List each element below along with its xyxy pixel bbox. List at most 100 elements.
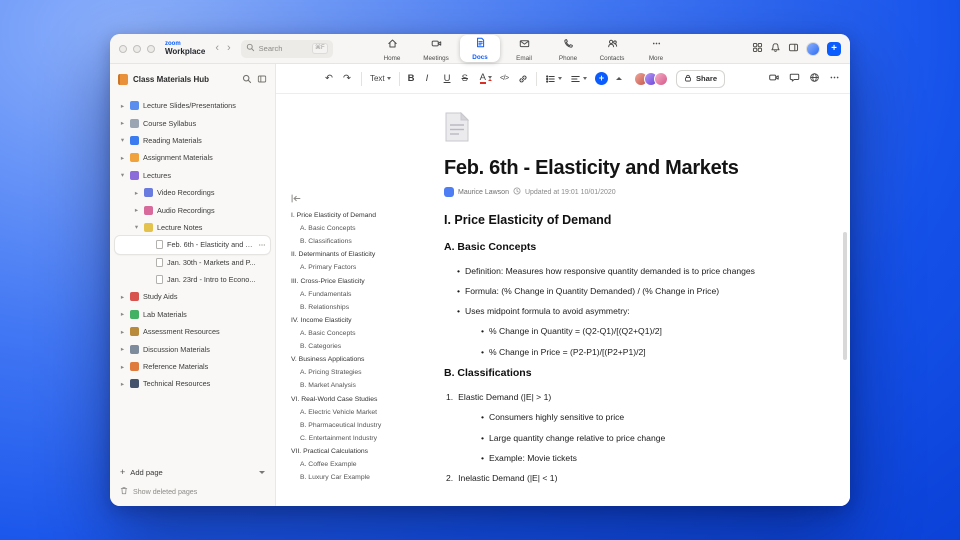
minimize-button[interactable] <box>133 44 141 53</box>
notifications-bell-icon[interactable] <box>770 40 781 58</box>
tab-email[interactable]: Email <box>504 35 544 63</box>
item-more-icon[interactable] <box>258 241 266 249</box>
expand-chevron-icon[interactable] <box>133 223 140 231</box>
text-color-button[interactable]: A <box>479 73 492 85</box>
italic-button[interactable]: I <box>426 74 436 84</box>
more-options-icon[interactable] <box>829 70 840 88</box>
expand-chevron-icon[interactable] <box>119 136 126 144</box>
underline-button[interactable]: U <box>444 74 454 84</box>
tab-contacts[interactable]: Contacts <box>592 35 632 63</box>
expand-chevron-icon[interactable] <box>119 171 126 179</box>
sidebar-page-item[interactable]: Audio Recordings <box>115 201 270 218</box>
close-button[interactable] <box>119 44 127 53</box>
outline-item[interactable]: A. Primary Factors <box>291 264 423 272</box>
sidebar-page-item[interactable]: Technical Resources <box>115 375 270 392</box>
bold-button[interactable]: B <box>408 74 418 84</box>
expand-chevron-icon[interactable] <box>119 102 126 110</box>
apps-grid-icon[interactable] <box>752 40 763 58</box>
collapse-toolbar-icon[interactable] <box>615 77 622 80</box>
align-button[interactable] <box>570 74 587 84</box>
code-button[interactable]: </> <box>500 75 510 82</box>
collapse-sidebar-icon[interactable] <box>257 74 267 84</box>
comments-icon[interactable] <box>789 70 800 88</box>
outline-item[interactable]: III. Cross-Price Elasticity <box>291 278 423 286</box>
outline-item[interactable]: I. Price Elasticity of Demand <box>291 212 423 220</box>
outline-item[interactable]: VI. Real-World Case Studies <box>291 396 423 404</box>
collapse-outline-icon[interactable] <box>291 194 423 203</box>
expand-chevron-icon[interactable] <box>119 119 126 127</box>
document-title[interactable]: Feb. 6th - Elasticity and Markets <box>444 157 836 180</box>
collaborator-avatar[interactable] <box>653 71 668 86</box>
sidebar-page-item[interactable]: Lectures <box>115 167 270 184</box>
sidebar-page-item[interactable]: Lecture Slides/Presentations <box>115 97 270 114</box>
outline-item[interactable]: II. Determinants of Elasticity <box>291 251 423 259</box>
outline-item[interactable]: B. Relationships <box>291 304 423 312</box>
sidebar-page-item[interactable]: Video Recordings <box>115 184 270 201</box>
redo-button[interactable]: ↷ <box>343 74 353 84</box>
language-globe-icon[interactable] <box>809 70 820 88</box>
collaborator-avatars[interactable] <box>633 71 668 86</box>
global-search[interactable]: Search ⌘F <box>240 39 333 58</box>
text-style-dropdown[interactable]: Text <box>370 74 391 83</box>
sidebar-page-item[interactable]: Assignment Materials <box>115 149 270 166</box>
outline-item[interactable]: A. Fundamentals <box>291 291 423 299</box>
expand-chevron-icon[interactable] <box>119 363 126 371</box>
expand-chevron-icon[interactable] <box>119 154 126 162</box>
back-button[interactable]: ‹ <box>215 43 219 54</box>
video-call-icon[interactable] <box>768 70 780 88</box>
maximize-button[interactable] <box>147 44 155 53</box>
show-deleted-pages-button[interactable]: Show deleted pages <box>120 486 265 497</box>
outline-item[interactable]: B. Market Analysis <box>291 382 423 390</box>
bulleted-list-button[interactable] <box>545 74 562 84</box>
share-button[interactable]: Share <box>675 69 726 88</box>
outline-item[interactable]: VII. Practical Calculations <box>291 448 423 456</box>
expand-chevron-icon[interactable] <box>119 293 126 301</box>
expand-chevron-icon[interactable] <box>133 206 140 214</box>
tab-meetings[interactable]: Meetings <box>416 35 456 63</box>
sidebar-page-item[interactable]: Lecture Notes <box>115 219 270 236</box>
outline-item[interactable]: IV. Income Elasticity <box>291 317 423 325</box>
undo-button[interactable]: ↶ <box>325 74 335 84</box>
outline-item[interactable]: A. Pricing Strategies <box>291 369 423 377</box>
document-canvas[interactable]: I. Price Elasticity of Demand A. Basic C… <box>276 94 850 506</box>
outline-item[interactable]: B. Pharmaceutical Industry <box>291 422 423 430</box>
expand-chevron-icon[interactable] <box>119 380 126 388</box>
doc-scrollbar[interactable] <box>843 232 847 360</box>
outline-item[interactable]: B. Classifications <box>291 238 423 246</box>
expand-chevron-icon[interactable] <box>119 310 126 318</box>
new-item-plus-button[interactable]: + <box>827 41 841 56</box>
outline-item[interactable]: A. Electric Vehicle Market <box>291 409 423 417</box>
outline-item[interactable]: C. Entertainment Industry <box>291 435 423 443</box>
forward-button[interactable]: › <box>227 43 231 54</box>
user-avatar[interactable] <box>806 41 820 56</box>
tab-more[interactable]: More <box>636 35 676 63</box>
sidebar-page-item[interactable]: Reading Materials <box>115 132 270 149</box>
outline-item[interactable]: V. Business Applications <box>291 356 423 364</box>
sidebar-page-item[interactable]: Discussion Materials <box>115 340 270 357</box>
sidebar-page-item[interactable]: Reference Materials <box>115 358 270 375</box>
document-blocks[interactable]: I. Price Elasticity of Demand A. Basic C… <box>444 213 836 484</box>
add-page-chevron-icon[interactable] <box>259 471 265 474</box>
insert-button[interactable]: + <box>594 72 608 85</box>
sidebar-page-item[interactable]: Study Aids <box>115 288 270 305</box>
sidebar-page-item[interactable]: Assessment Resources <box>115 323 270 340</box>
sidebar-page-item[interactable]: Lab Materials <box>115 306 270 323</box>
tab-home[interactable]: Home <box>372 35 412 63</box>
outline-item[interactable]: A. Basic Concepts <box>291 330 423 338</box>
strikethrough-button[interactable]: S <box>462 74 472 84</box>
outline-item[interactable]: B. Luxury Car Example <box>291 474 423 482</box>
tab-docs[interactable]: Docs <box>460 34 500 62</box>
outline-item[interactable]: B. Categories <box>291 343 423 351</box>
tab-phone[interactable]: Phone <box>548 35 588 63</box>
sidebar-search-icon[interactable] <box>242 74 252 84</box>
add-page-button[interactable]: + Add page <box>120 468 265 477</box>
expand-chevron-icon[interactable] <box>119 328 126 336</box>
outline-item[interactable]: A. Coffee Example <box>291 461 423 469</box>
expand-chevron-icon[interactable] <box>119 345 126 353</box>
expand-chevron-icon[interactable] <box>133 189 140 197</box>
side-panel-icon[interactable] <box>788 40 799 58</box>
sidebar-page-item[interactable]: Course Syllabus <box>115 114 270 131</box>
link-button[interactable] <box>518 74 528 84</box>
outline-item[interactable]: A. Basic Concepts <box>291 225 423 233</box>
document-body[interactable]: Feb. 6th - Elasticity and Markets Mauric… <box>444 94 836 484</box>
